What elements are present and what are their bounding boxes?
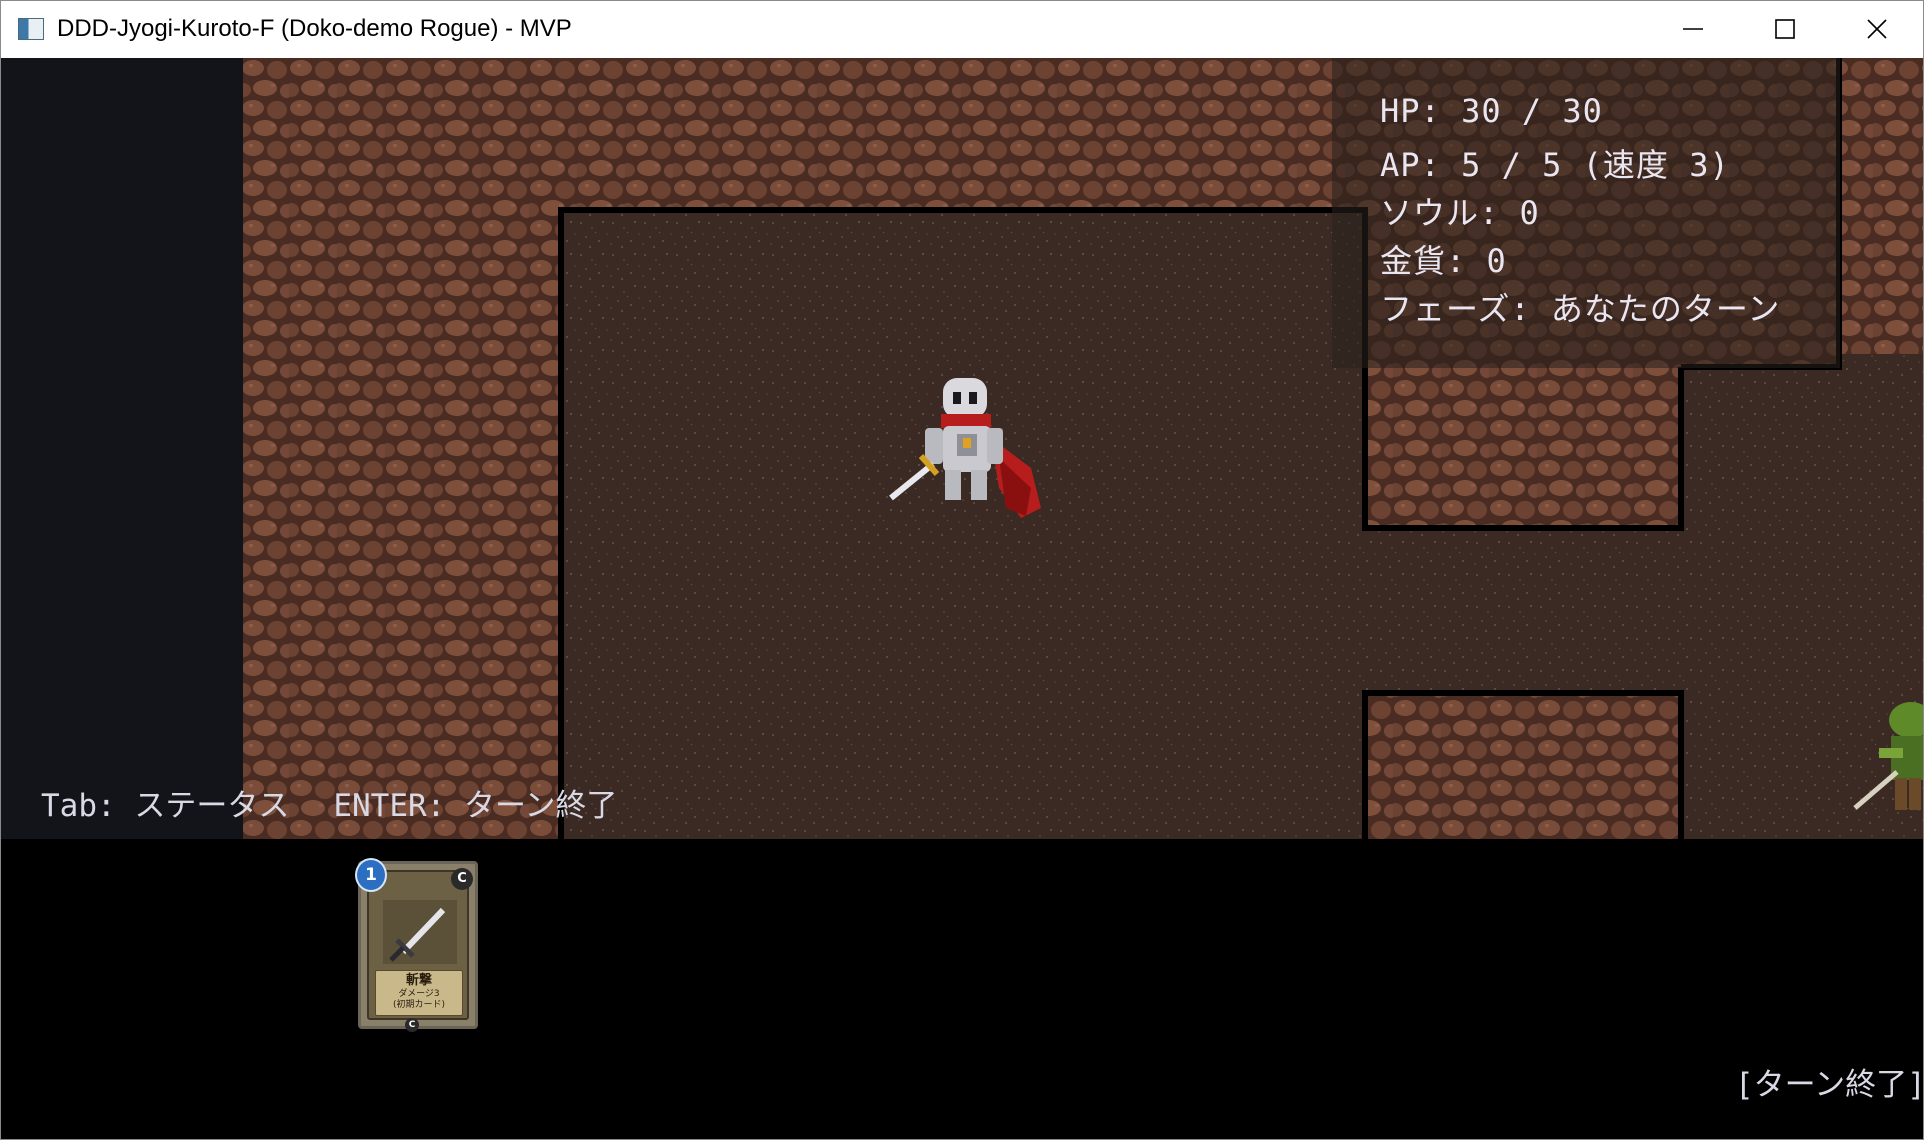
card-rarity-bottom-badge: C <box>405 1018 419 1032</box>
end-turn-button[interactable]: [ターン終了] <box>1735 1059 1923 1104</box>
minimize-button[interactable] <box>1647 1 1739 58</box>
gold-text: 金貨: 0 <box>1380 242 1507 280</box>
goblin-enemy-sprite[interactable] <box>1849 690 1923 830</box>
card-textbox: 斬撃 ダメージ3 (初期カード) <box>375 970 463 1016</box>
player-knight-sprite[interactable] <box>881 368 1041 538</box>
card-frame: 斬撃 ダメージ3 (初期カード) <box>367 870 469 1020</box>
minimize-icon <box>1683 28 1703 30</box>
status-hud: HP: 30 / 30 AP: 5 / 5 (速度 3) ソウル: 0 金貨: … <box>1332 58 1840 368</box>
maximize-icon <box>1775 19 1795 39</box>
sword-icon <box>383 900 457 968</box>
window-title: DDD-Jyogi-Kuroto-F (Doko-demo Rogue) - M… <box>57 15 572 42</box>
card-note: (初期カード) <box>392 1000 446 1010</box>
window-app-icon <box>18 18 44 40</box>
tab-hint: Tab: ステータス <box>41 788 290 824</box>
card-cost-badge: 1 <box>355 858 387 892</box>
card-name: 斬撃 <box>405 973 432 988</box>
hp-text: HP: 30 / 30 <box>1380 92 1603 130</box>
phase-text: フェーズ: あなたのターン <box>1380 290 1781 328</box>
enter-hint: ENTER: ターン終了 <box>333 788 618 824</box>
soul-text: ソウル: 0 <box>1380 194 1540 232</box>
card-rarity-badge: C <box>451 868 473 890</box>
hand-card[interactable]: 斬撃 ダメージ3 (初期カード) 1 C C <box>355 858 478 1032</box>
title-bar[interactable]: DDD-Jyogi-Kuroto-F (Doko-demo Rogue) - M… <box>1 1 1923 58</box>
close-icon <box>1867 19 1887 39</box>
controls-hint: Tab: ステータス ENTER: ターン終了 <box>41 780 661 825</box>
ap-text: AP: 5 / 5 (速度 3) <box>1380 146 1730 184</box>
card-description: ダメージ3 <box>398 989 440 999</box>
card-hand-area: 斬撃 ダメージ3 (初期カード) 1 C C [ターン終了] <box>1 839 1923 1139</box>
close-button[interactable] <box>1831 1 1923 58</box>
game-window: DDD-Jyogi-Kuroto-F (Doko-demo Rogue) - M… <box>0 0 1924 1140</box>
game-viewport[interactable]: HP: 30 / 30 AP: 5 / 5 (速度 3) ソウル: 0 金貨: … <box>1 58 1923 839</box>
maximize-button[interactable] <box>1739 1 1831 58</box>
